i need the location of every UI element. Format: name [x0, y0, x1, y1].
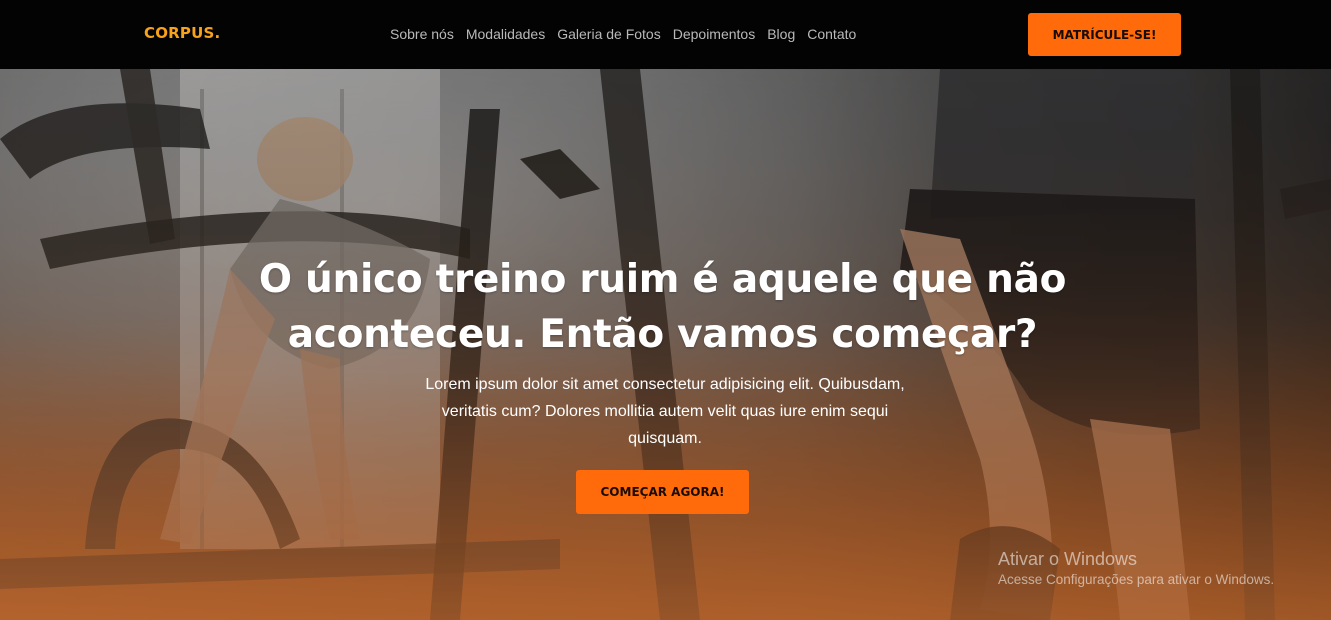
- site-header: CORPUS. Sobre nós Modalidades Galeria de…: [0, 0, 1331, 69]
- logo[interactable]: CORPUS.: [144, 24, 220, 42]
- enroll-button[interactable]: MATRÍCULE-SE!: [1028, 13, 1181, 56]
- hero-description: Lorem ipsum dolor sit amet consectetur a…: [425, 376, 905, 447]
- nav-link-contato[interactable]: Contato: [807, 26, 856, 42]
- nav-link-galeria[interactable]: Galeria de Fotos: [557, 26, 661, 42]
- windows-activation-watermark: Ativar o Windows Acesse Configurações pa…: [998, 547, 1274, 589]
- start-now-button[interactable]: COMEÇAR AGORA!: [576, 470, 749, 514]
- nav-link-modalidades[interactable]: Modalidades: [466, 26, 545, 42]
- watermark-title: Ativar o Windows: [998, 549, 1138, 569]
- watermark-subtitle: Acesse Configurações para ativar o Windo…: [998, 572, 1275, 587]
- logo-dot: .: [214, 24, 221, 42]
- hero-section: O único treino ruim é aquele que não aco…: [0, 69, 1331, 620]
- main-nav: Sobre nós Modalidades Galeria de Fotos D…: [390, 26, 856, 42]
- logo-text: CORPUS: [144, 24, 215, 42]
- nav-link-depoimentos[interactable]: Depoimentos: [673, 26, 756, 42]
- hero-title: O único treino ruim é aquele que não aco…: [258, 257, 1067, 357]
- nav-link-blog[interactable]: Blog: [767, 26, 795, 42]
- nav-link-sobre-nos[interactable]: Sobre nós: [390, 26, 454, 42]
